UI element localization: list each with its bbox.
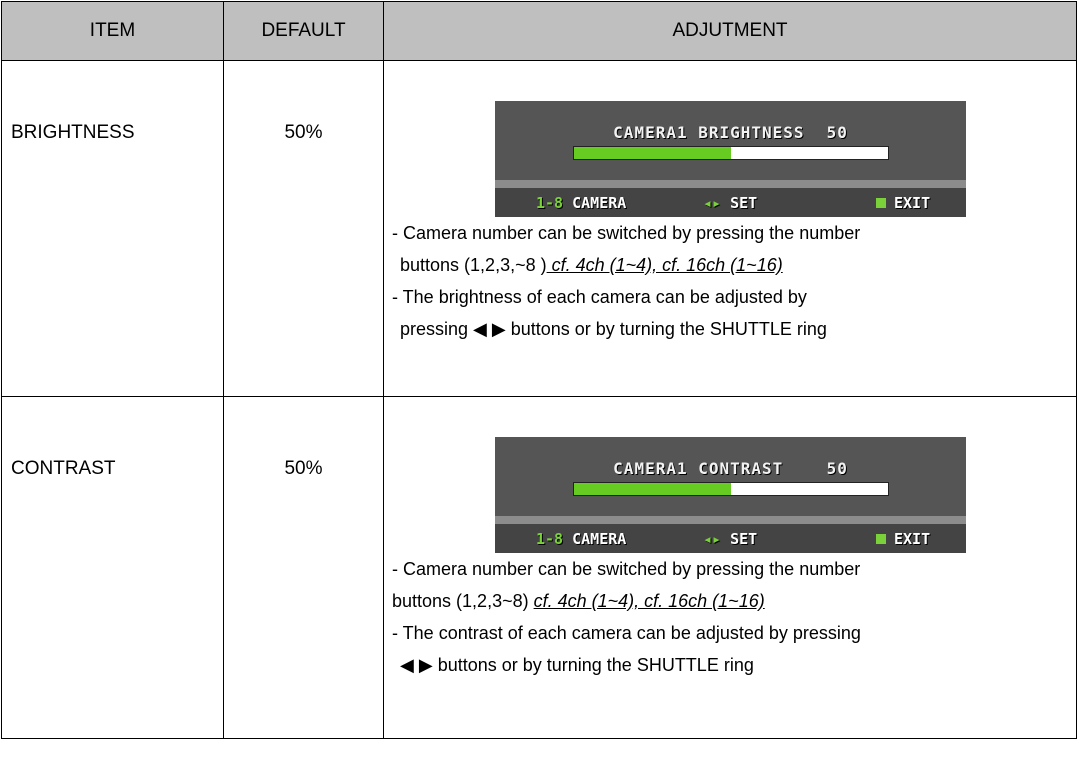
osd-level-bar [573,482,889,496]
item-name: CONTRAST [1,396,224,739]
osd-level-fill [574,147,731,159]
table-row-brightness: BRIGHTNESS 50% CAMERA1 BRIGHTNESS 50 1-8 … [1,60,1077,397]
channel-reference: cf. 4ch (1~4), cf. 16ch (1~16) [533,591,765,611]
table-row-contrast: CONTRAST 50% CAMERA1 CONTRAST 50 1-8 CAM… [1,396,1077,739]
osd-screenshot: CAMERA1 BRIGHTNESS 50 1-8 CAMERA ◂▸ SET E… [495,101,966,217]
settings-table: ITEM DEFAULT ADJUTMENT BRIGHTNESS 50% CA… [1,1,1077,739]
item-name: BRIGHTNESS [1,60,224,397]
header-default: DEFAULT [223,1,384,61]
adjustment-cell: CAMERA1 BRIGHTNESS 50 1-8 CAMERA ◂▸ SET E… [383,60,1077,397]
description: - Camera number can be switched by press… [392,223,861,339]
osd-level-bar [573,146,889,160]
header-item: ITEM [1,1,224,61]
table-header-row: ITEM DEFAULT ADJUTMENT [1,1,1077,61]
exit-key-icon [876,198,886,208]
default-value: 50% [223,60,384,397]
osd-key-hints: 1-8 CAMERA ◂▸ SET EXIT [495,524,966,553]
channel-reference: cf. 4ch (1~4), cf. 16ch (1~16) [546,255,783,275]
adjustment-cell: CAMERA1 CONTRAST 50 1-8 CAMERA ◂▸ SET EX… [383,396,1077,739]
osd-level-fill [574,483,731,495]
osd-title: CAMERA1 CONTRAST 50 [613,459,848,478]
osd-title: CAMERA1 BRIGHTNESS 50 [613,123,848,142]
arrow-keys-icon: ◂▸ [703,530,722,548]
description: - Camera number can be switched by press… [392,559,861,675]
header-adjustment: ADJUTMENT [383,1,1077,61]
osd-key-hints: 1-8 CAMERA ◂▸ SET EXIT [495,188,966,217]
arrow-keys-icon: ◂▸ [703,194,722,212]
exit-key-icon [876,534,886,544]
default-value: 50% [223,396,384,739]
osd-screenshot: CAMERA1 CONTRAST 50 1-8 CAMERA ◂▸ SET EX… [495,437,966,553]
